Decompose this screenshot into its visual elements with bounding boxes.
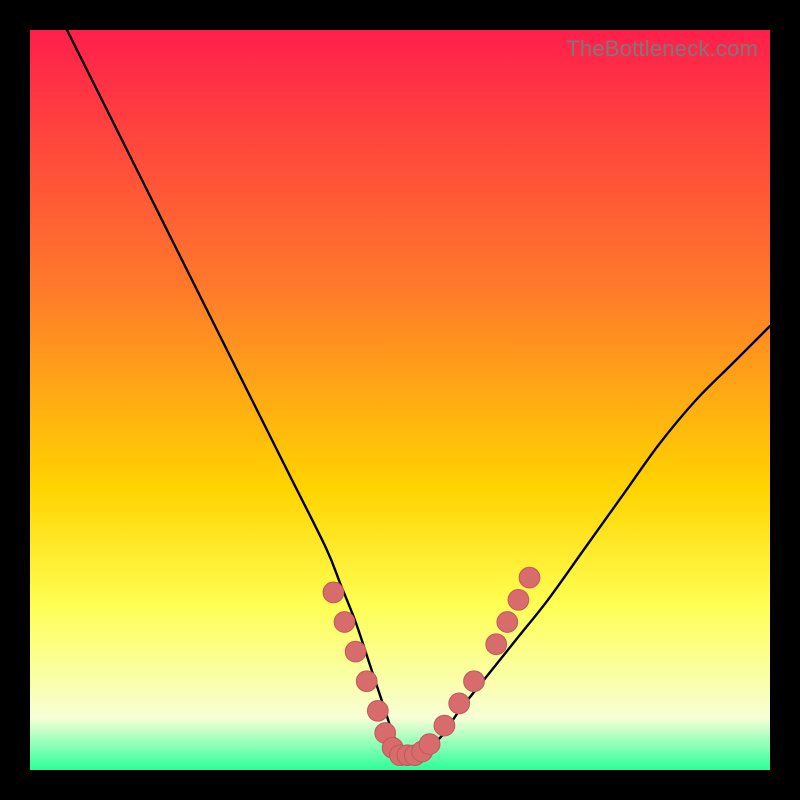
chart-svg [30, 30, 770, 770]
curve-marker [356, 671, 377, 692]
chart-stage: TheBottleneck.com [0, 0, 800, 800]
curve-marker [449, 693, 470, 714]
curve-marker [419, 734, 440, 755]
curve-marker [497, 612, 518, 633]
curve-marker [334, 612, 355, 633]
curve-markers [323, 567, 540, 765]
curve-marker [345, 641, 366, 662]
watermark-label: TheBottleneck.com [566, 36, 758, 62]
curve-marker [323, 582, 344, 603]
curve-marker [464, 671, 485, 692]
bottleneck-curve [67, 30, 770, 756]
curve-marker [486, 634, 507, 655]
plot-area: TheBottleneck.com [30, 30, 770, 770]
curve-marker [367, 700, 388, 721]
curve-marker [508, 589, 529, 610]
curve-marker [434, 715, 455, 736]
curve-marker [519, 567, 540, 588]
